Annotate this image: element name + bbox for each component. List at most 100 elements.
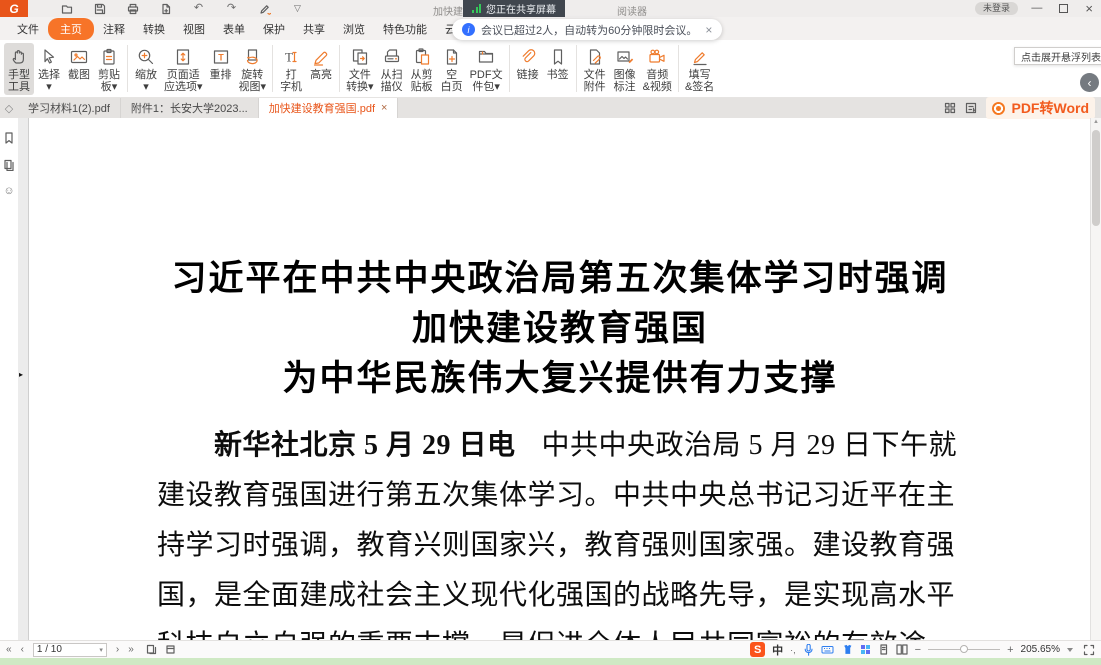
wps-logo-icon[interactable]: G	[0, 0, 28, 17]
annotate-pen-icon[interactable]	[258, 2, 271, 15]
first-page-button[interactable]: «	[6, 644, 12, 655]
pdf-package-icon	[476, 46, 496, 68]
ime-language-toggle[interactable]: 中	[772, 642, 783, 658]
tool-from-scanner[interactable]: 从扫 描仪	[377, 43, 407, 95]
quick-access-toolbar: ↶ ↷ ▽	[60, 2, 304, 15]
redo-icon[interactable]: ↷	[225, 2, 238, 15]
close-button[interactable]: ×	[1085, 2, 1093, 15]
doc-tab-2[interactable]: 附件1：长安大学2023...	[121, 98, 259, 118]
tool-link[interactable]: 链接	[513, 43, 543, 83]
scrollbar-thumb[interactable]	[1092, 130, 1100, 226]
tool-file-convert[interactable]: 文件 转换▾	[343, 43, 377, 95]
ribbon-collapse-icon[interactable]: ▽	[291, 2, 304, 15]
magnifier-plus-icon	[136, 46, 156, 68]
export-icon[interactable]	[159, 2, 172, 15]
doc-tab-1[interactable]: 学习材料1(2).pdf	[18, 98, 121, 118]
zoom-out-button[interactable]: −	[915, 644, 921, 656]
tool-clipboard[interactable]: 剪贴 板▾	[94, 43, 124, 95]
snapshot-page-icon[interactable]	[165, 644, 176, 655]
tool-rotate-view[interactable]: 旋转 视图▾	[236, 43, 270, 95]
user-login-pill[interactable]: 未登录	[975, 2, 1018, 15]
clipboard-icon	[99, 46, 119, 68]
sogou-ime-icon[interactable]: S	[750, 642, 765, 657]
next-page-button[interactable]: ›	[116, 644, 119, 655]
tool-zoom[interactable]: 缩放 ▾	[131, 43, 161, 95]
left-panel-icons: ☺	[0, 118, 18, 640]
page-number-input[interactable]	[37, 644, 99, 655]
scroll-up-icon[interactable]: ▲	[1091, 119, 1101, 125]
file-convert-icon	[350, 46, 370, 68]
tool-audio-video[interactable]: 音频 &视频	[640, 43, 675, 95]
tool-page-fit[interactable]: 页面适 应选项▾	[161, 43, 206, 95]
ime-toolbox-icon[interactable]	[860, 644, 871, 655]
tool-hand[interactable]: 手型 工具	[4, 43, 34, 95]
tool-select[interactable]: 选择 ▾	[34, 43, 64, 95]
prev-page-button[interactable]: ‹	[21, 644, 24, 655]
body-line: 建设教育强国进行第五次集体学习。中共中央总书记习近平在主	[157, 471, 963, 521]
tab-grid-icon[interactable]	[944, 102, 956, 114]
tab-switch-icon[interactable]	[965, 102, 977, 114]
tab-home-icon[interactable]: ◇	[0, 98, 18, 118]
last-page-button[interactable]: »	[128, 644, 134, 655]
pdf-to-word-label: PDF转Word	[1011, 98, 1089, 118]
ime-skin-icon[interactable]	[841, 644, 853, 655]
tool-pdf-package[interactable]: PDF文 件包▾	[467, 43, 506, 95]
menu-annotate[interactable]: 注释	[94, 18, 134, 40]
comments-panel-icon[interactable]: ☺	[3, 186, 14, 197]
tool-highlight[interactable]: 高亮	[306, 43, 336, 83]
page-dropdown-icon[interactable]: ▾	[99, 646, 103, 654]
menu-browse[interactable]: 浏览	[334, 18, 374, 40]
collapsed-sidebar-panel[interactable]	[18, 118, 29, 640]
menu-home[interactable]: 主页	[48, 18, 94, 40]
menu-features[interactable]: 特色功能	[374, 18, 436, 40]
tool-screenshot[interactable]: 截图	[64, 43, 94, 83]
page-number-box[interactable]: ▾	[33, 643, 107, 657]
menu-share[interactable]: 共享	[294, 18, 334, 40]
undo-icon[interactable]: ↶	[192, 2, 205, 15]
zoom-slider-knob[interactable]	[960, 645, 968, 653]
zoom-dropdown-icon[interactable]	[1067, 648, 1073, 652]
copy-page-icon[interactable]	[146, 644, 157, 655]
print-icon[interactable]	[126, 2, 139, 15]
tool-reflow[interactable]: T 重排	[206, 43, 236, 83]
menu-view[interactable]: 视图	[174, 18, 214, 40]
pdf-to-word-button[interactable]: PDF转Word	[986, 97, 1095, 119]
ime-mic-icon[interactable]	[803, 644, 814, 656]
doc-tab-3-active[interactable]: 加快建设教育强国.pdf ×	[259, 98, 399, 118]
zoom-slider[interactable]	[928, 649, 1000, 650]
tab-close-icon[interactable]: ×	[381, 102, 387, 114]
maximize-button[interactable]	[1059, 4, 1068, 13]
tool-image-annotation[interactable]: 图像 标注	[610, 43, 640, 95]
scanner-icon	[382, 46, 402, 68]
single-page-view-icon[interactable]	[878, 644, 889, 655]
zoom-percentage[interactable]: 205.65%	[1021, 644, 1060, 655]
floating-list-tooltip: 点击展开悬浮列表	[1014, 47, 1101, 65]
vertical-scrollbar[interactable]: ▲	[1090, 118, 1101, 640]
minimize-button[interactable]: —	[1031, 3, 1042, 14]
double-page-view-icon[interactable]	[896, 644, 908, 655]
menu-protect[interactable]: 保护	[254, 18, 294, 40]
menu-convert[interactable]: 转换	[134, 18, 174, 40]
tool-fill-sign[interactable]: 填写 &签名	[682, 43, 717, 95]
fullscreen-icon[interactable]	[1083, 644, 1095, 656]
ime-punctuation-toggle[interactable]: ·,	[790, 645, 796, 655]
bookmarks-panel-icon[interactable]	[3, 132, 15, 144]
open-file-icon[interactable]	[60, 2, 73, 15]
tool-blank-page[interactable]: 空 白页	[437, 43, 467, 95]
ime-keyboard-icon[interactable]	[821, 644, 834, 655]
menu-form[interactable]: 表单	[214, 18, 254, 40]
signal-bars-icon	[472, 4, 481, 13]
floating-list-collapse-button[interactable]: ‹	[1080, 73, 1099, 92]
save-icon[interactable]	[93, 2, 106, 15]
tool-from-clipboard[interactable]: 从剪 贴板	[407, 43, 437, 95]
thumbnails-panel-icon[interactable]	[3, 159, 15, 171]
fill-sign-icon	[690, 46, 710, 68]
window-title-left: 加快建	[433, 3, 463, 18]
tool-typewriter[interactable]: T 打 字机	[276, 43, 306, 95]
sidebar-expand-arrow-icon[interactable]: ▸	[19, 370, 23, 379]
zoom-in-button[interactable]: +	[1007, 644, 1013, 656]
tool-bookmark[interactable]: 书签	[543, 43, 573, 83]
menu-file[interactable]: 文件	[8, 18, 48, 40]
notification-close-icon[interactable]: ×	[705, 23, 712, 37]
tool-file-attachment[interactable]: 文件 附件	[580, 43, 610, 95]
